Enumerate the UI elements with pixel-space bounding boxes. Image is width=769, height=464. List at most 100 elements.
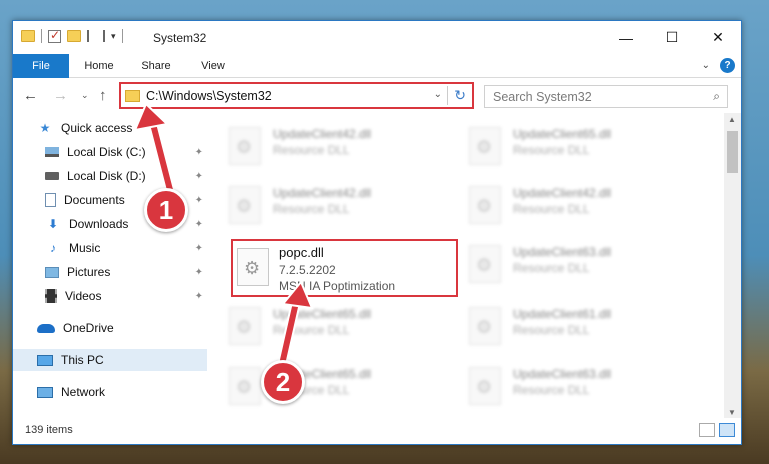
- ribbon-tabs: File Home Share View ⌄ ?: [13, 54, 741, 78]
- sidebar-item-videos[interactable]: Videos ✦: [13, 285, 207, 307]
- network-icon: [37, 386, 53, 398]
- file-tile[interactable]: UpdateClient65.dll Resource DLL: [463, 121, 698, 171]
- address-path[interactable]: C:\Windows\System32: [146, 89, 272, 103]
- file-tile[interactable]: UpdateClient42.dll Resource DLL: [463, 180, 698, 230]
- dll-file-icon: [469, 186, 501, 224]
- ribbon-right-controls: ⌄ ?: [702, 58, 735, 73]
- view-switcher: [699, 423, 735, 437]
- file-tile[interactable]: UpdateClient42.dll Resource DLL: [223, 121, 458, 171]
- close-button[interactable]: ✕: [695, 21, 741, 54]
- title-bar: ▾ System32 — ☐ ✕: [13, 21, 741, 54]
- details-view-icon[interactable]: [699, 423, 715, 437]
- sidebar-item-pictures[interactable]: Pictures ✦: [13, 261, 207, 283]
- new-folder-icon[interactable]: [67, 30, 81, 42]
- pin-icon[interactable]: ✦: [195, 267, 203, 278]
- file-tile[interactable]: UpdateClient63.dll Resource DLL: [463, 361, 698, 411]
- sidebar-item-music[interactable]: ♪ Music ✦: [13, 237, 207, 259]
- help-icon[interactable]: ?: [720, 58, 735, 73]
- file-type: Resource DLL: [513, 323, 590, 337]
- dll-file-icon: [237, 248, 269, 286]
- tiles-view-icon[interactable]: [719, 423, 735, 437]
- tab-share[interactable]: Share: [133, 54, 179, 78]
- pin-icon[interactable]: ✦: [195, 243, 203, 254]
- file-name: UpdateClient63.dll: [513, 245, 612, 259]
- sidebar-item-label: Music: [69, 241, 101, 255]
- explorer-window: ▾ System32 — ☐ ✕ File Home Share View ⌄ …: [12, 20, 742, 445]
- forward-button[interactable]: →: [53, 87, 68, 104]
- minimize-button[interactable]: —: [603, 21, 649, 54]
- maximize-button[interactable]: ☐: [649, 21, 695, 54]
- folder-icon: [125, 90, 140, 102]
- toolbar-divider: [121, 29, 123, 43]
- file-tile[interactable]: UpdateClient65.dll Resource DLL: [223, 301, 458, 351]
- tab-home[interactable]: Home: [77, 54, 121, 78]
- dll-file-icon: [229, 367, 261, 405]
- videos-icon: [45, 289, 57, 303]
- sidebar-item-label: OneDrive: [63, 321, 114, 335]
- tab-file[interactable]: File: [13, 54, 69, 78]
- search-icon[interactable]: ⌕: [713, 89, 720, 104]
- search-box[interactable]: ⌕: [484, 85, 728, 108]
- file-type: Resource DLL: [273, 202, 350, 216]
- sidebar-item-onedrive[interactable]: OneDrive: [13, 317, 207, 339]
- file-type: Resource DLL: [273, 143, 350, 157]
- scroll-down-arrow-icon[interactable]: ▼: [728, 408, 736, 417]
- this-pc-icon: [37, 354, 53, 366]
- scrollbar-thumb[interactable]: [727, 131, 738, 173]
- file-name: UpdateClient42.dll: [273, 127, 372, 141]
- address-divider: [447, 86, 448, 105]
- properties-check-icon[interactable]: [48, 28, 61, 43]
- back-button[interactable]: ←: [23, 87, 38, 104]
- pin-icon[interactable]: ✦: [195, 291, 203, 302]
- vertical-scrollbar[interactable]: ▲ ▼: [724, 113, 741, 419]
- refresh-icon[interactable]: ↻: [454, 87, 466, 104]
- pin-icon[interactable]: ✦: [195, 219, 203, 230]
- music-icon: ♪: [50, 241, 56, 255]
- pin-icon[interactable]: ✦: [195, 195, 203, 206]
- file-name: UpdateClient63.dll: [513, 367, 612, 381]
- file-name: UpdateClient61.dll: [513, 307, 612, 321]
- address-bar[interactable]: C:\Windows\System32 ⌄ ↻: [119, 82, 474, 109]
- file-name: UpdateClient42.dll: [273, 186, 372, 200]
- sidebar-item-label: Pictures: [67, 265, 111, 279]
- sidebar-item-local-disk-c[interactable]: Local Disk (C:) ✦: [13, 141, 207, 163]
- onedrive-icon: [37, 323, 55, 333]
- quick-access-toolbar: ▾: [21, 28, 123, 43]
- navigation-bar: ← → ⌄ ↑ C:\Windows\System32 ⌄ ↻ ⌕: [13, 79, 741, 113]
- window-title: System32: [153, 31, 207, 45]
- file-type: Resource DLL: [273, 323, 350, 337]
- drive-icon: [45, 172, 59, 180]
- sidebar-item-network[interactable]: Network: [13, 381, 207, 403]
- file-tile[interactable]: UpdateClient63.dll Resource DLL: [463, 239, 698, 289]
- sidebar-item-local-disk-d[interactable]: Local Disk (D:) ✦: [13, 165, 207, 187]
- toolbar-divider: [41, 29, 42, 43]
- tab-view[interactable]: View: [191, 54, 235, 78]
- address-dropdown-chevron-icon[interactable]: ⌄: [434, 89, 442, 100]
- dll-file-icon: [229, 307, 261, 345]
- expand-ribbon-chevron-icon[interactable]: ⌄: [702, 60, 710, 71]
- properties-icon[interactable]: [87, 30, 105, 42]
- sidebar-item-this-pc[interactable]: This PC: [13, 349, 207, 371]
- file-tile[interactable]: UpdateClient65.dll Resource DLL: [223, 361, 458, 411]
- search-input[interactable]: [493, 89, 693, 105]
- dll-file-icon: [469, 127, 501, 165]
- pin-icon[interactable]: ✦: [195, 147, 203, 158]
- pin-icon[interactable]: ✦: [195, 171, 203, 182]
- up-button[interactable]: ↑: [99, 87, 107, 104]
- file-tile-popc-dll[interactable]: popc.dll 7.2.5.2202 MSN IA Poptimization: [231, 239, 458, 297]
- customize-toolbar-chevron-icon[interactable]: ▾: [111, 31, 116, 42]
- sidebar-item-quick-access[interactable]: ★ Quick access: [13, 117, 207, 139]
- recent-locations-chevron-icon[interactable]: ⌄: [81, 90, 89, 101]
- file-tile[interactable]: UpdateClient61.dll Resource DLL: [463, 301, 698, 351]
- documents-icon: [45, 193, 56, 207]
- file-type: Resource DLL: [513, 261, 590, 275]
- file-type: Resource DLL: [513, 202, 590, 216]
- file-type: Resource DLL: [513, 383, 590, 397]
- dll-file-icon: [469, 367, 501, 405]
- file-version: 7.2.5.2202: [279, 263, 336, 277]
- sidebar-item-label: Downloads: [69, 217, 129, 231]
- scroll-up-arrow-icon[interactable]: ▲: [728, 115, 736, 124]
- sidebar-item-label: Local Disk (D:): [67, 169, 146, 183]
- file-tile[interactable]: UpdateClient42.dll Resource DLL: [223, 180, 458, 230]
- dll-file-icon: [229, 186, 261, 224]
